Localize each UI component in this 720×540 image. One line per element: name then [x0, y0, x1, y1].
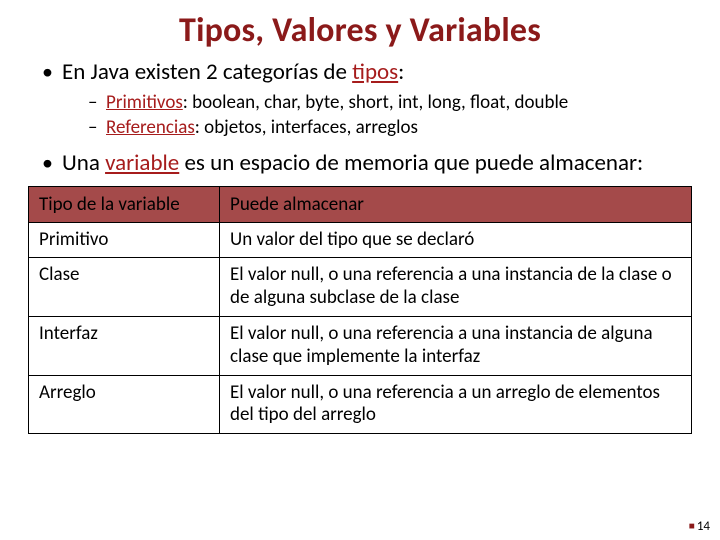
page-number-value: 14: [697, 519, 710, 534]
table-header-row: Tipo de la variable Puede almacenar: [29, 186, 692, 222]
slide: Tipos, Valores y Variables En Java exist…: [0, 0, 720, 540]
bullet-list: En Java existen 2 categorías de tipos: P…: [28, 59, 692, 178]
table-row: Interfaz El valor null, o una referencia…: [29, 317, 692, 376]
table-cell-type: Interfaz: [29, 317, 220, 376]
table-row: Arreglo El valor null, o una referencia …: [29, 375, 692, 434]
variable-table: Tipo de la variable Puede almacenar Prim…: [28, 186, 692, 435]
table-row: Clase El valor null, o una referencia a …: [29, 258, 692, 317]
table-cell-desc: El valor null, o una referencia a una in…: [220, 317, 692, 376]
bullet-1-text-post: :: [398, 58, 404, 86]
bullet-2: Una variable es un espacio de memoria qu…: [46, 150, 692, 178]
table-header-col2: Puede almacenar: [220, 186, 692, 222]
table-cell-desc: Un valor del tipo que se declaró: [220, 222, 692, 258]
table-cell-type: Clase: [29, 258, 220, 317]
bullet-2-keyword: variable: [105, 149, 179, 177]
bullet-1: En Java existen 2 categorías de tipos: P…: [46, 59, 692, 140]
bullet-1-keyword: tipos: [352, 58, 398, 86]
sub-bullet-1-keyword: Primitivos: [106, 91, 183, 114]
table-cell-desc: El valor null, o una referencia a una in…: [220, 258, 692, 317]
bullet-2-text-pre: Una: [62, 149, 105, 177]
sub-bullet-primitivos: Primitivos: boolean, char, byte, short, …: [90, 91, 692, 115]
sub-bullet-2-text: : objetos, interfaces, arreglos: [195, 116, 418, 139]
bullet-2-text-post: es un espacio de memoria que puede almac…: [179, 149, 643, 177]
sub-bullet-list-1: Primitivos: boolean, char, byte, short, …: [90, 91, 692, 141]
sub-bullet-2-keyword: Referencias: [106, 116, 195, 139]
slide-title: Tipos, Valores y Variables: [28, 10, 692, 51]
page-number: ■14: [689, 519, 710, 534]
bullet-1-text-pre: En Java existen 2 categorías de: [62, 58, 352, 86]
sub-bullet-referencias: Referencias: objetos, interfaces, arregl…: [90, 116, 692, 140]
table-row: Primitivo Un valor del tipo que se decla…: [29, 222, 692, 258]
table-cell-type: Primitivo: [29, 222, 220, 258]
table-cell-type: Arreglo: [29, 375, 220, 434]
page-number-bullet-icon: ■: [689, 519, 695, 532]
table-header-col1: Tipo de la variable: [29, 186, 220, 222]
sub-bullet-1-text: : boolean, char, byte, short, int, long,…: [183, 91, 568, 114]
table-cell-desc: El valor null, o una referencia a un arr…: [220, 375, 692, 434]
